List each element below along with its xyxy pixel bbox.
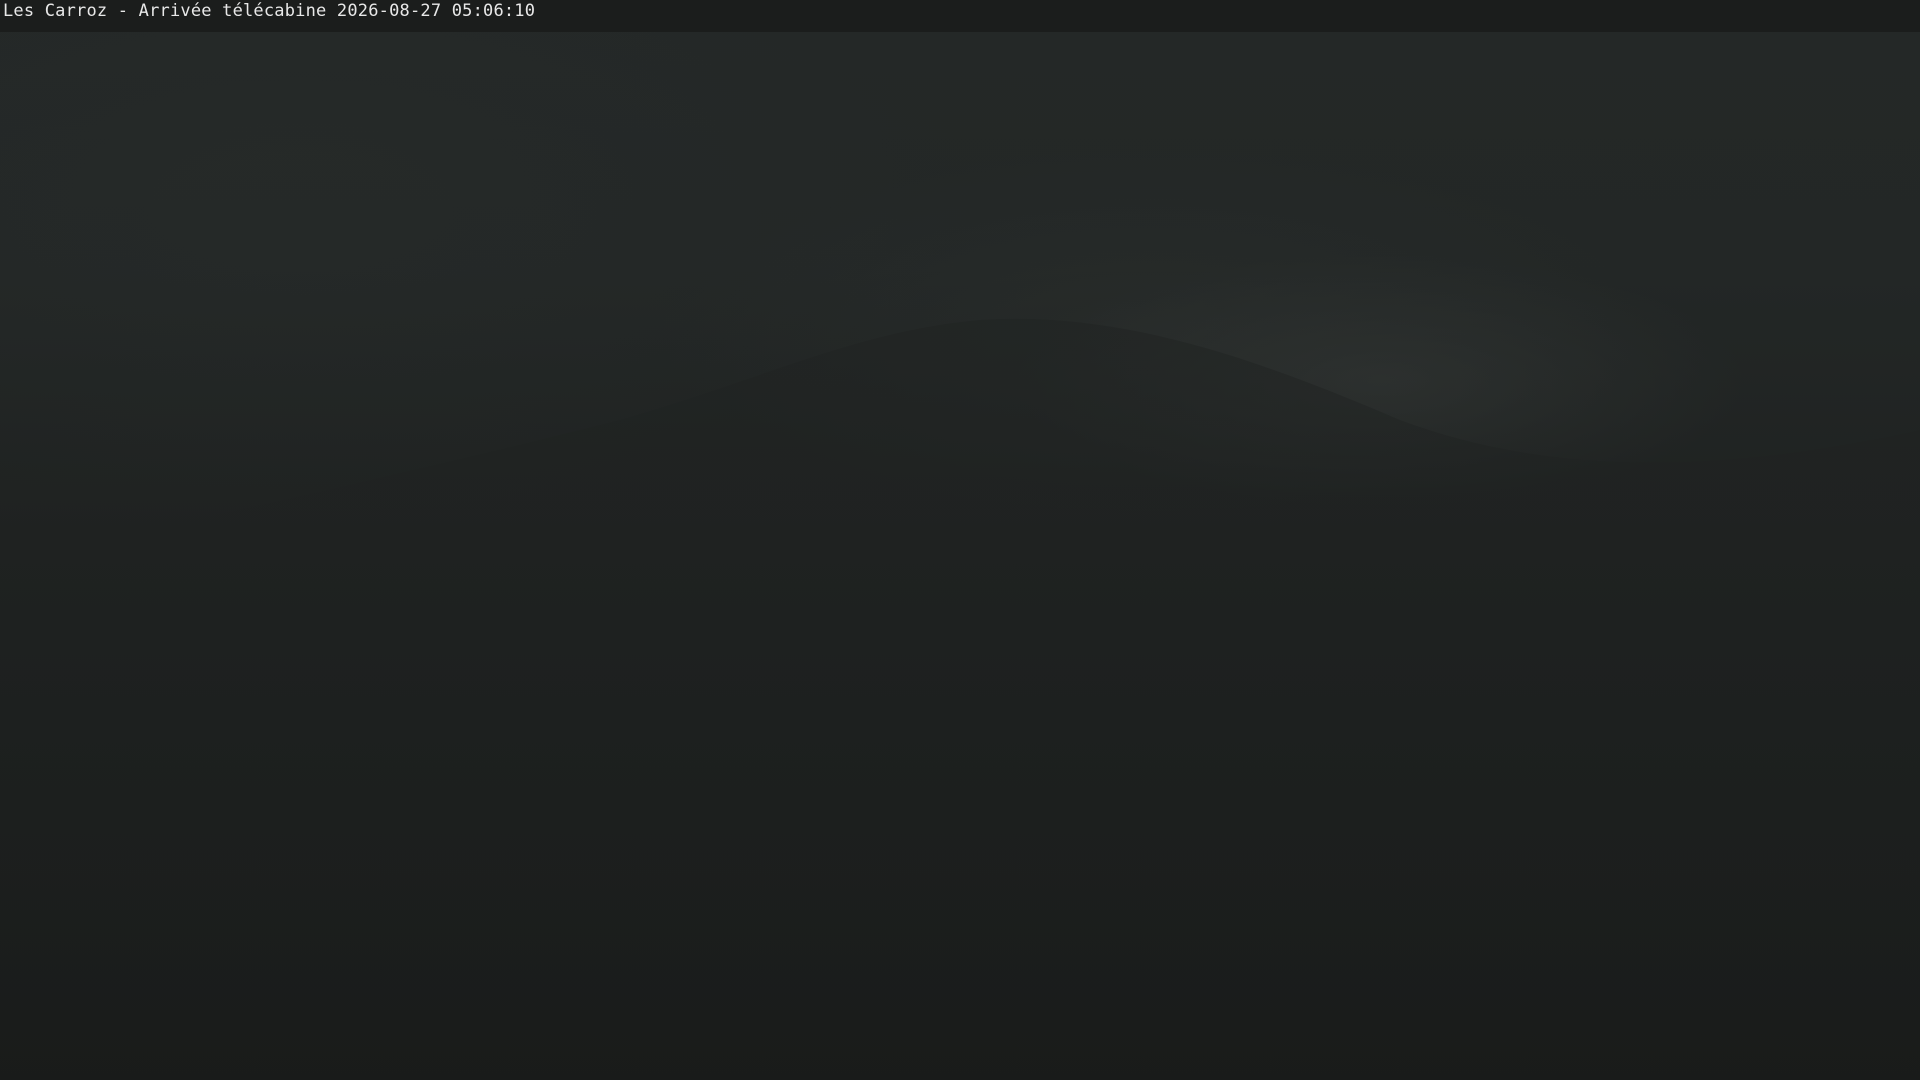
webcam-caption-timestamp: Les Carroz - Arrivée télécabine 2026-08-… (3, 1, 536, 21)
caption-bar: Les Carroz - Arrivée télécabine 2026-08-… (0, 0, 1920, 32)
night-landscape-scene (0, 318, 1920, 1080)
foreground-ground (0, 700, 1920, 1080)
webcam-image: Les Carroz - Arrivée télécabine 2026-08-… (0, 0, 1920, 1080)
